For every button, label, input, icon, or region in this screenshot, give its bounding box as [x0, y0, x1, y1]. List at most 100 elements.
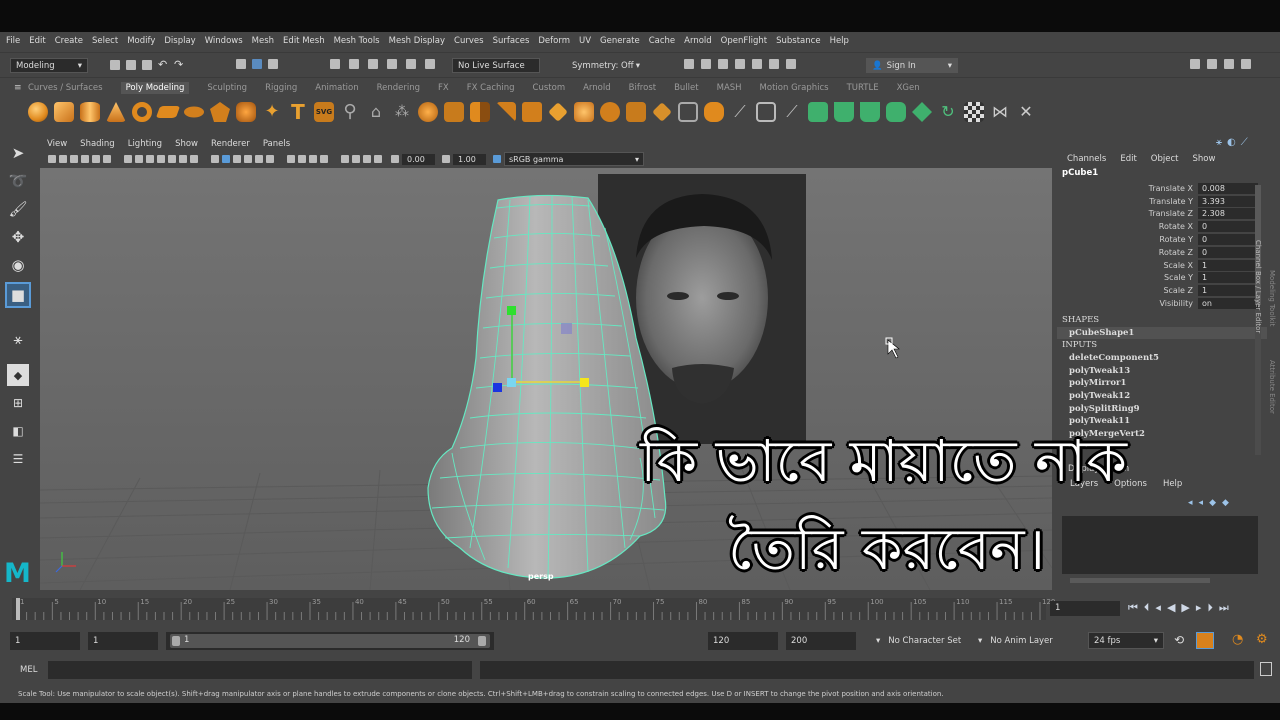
attribute-row[interactable]: Translate Z 2.308: [1057, 208, 1267, 221]
select-component-icon[interactable]: [268, 59, 278, 69]
safe-title-icon[interactable]: [190, 155, 198, 163]
input-node-item[interactable]: polySplitRing9: [1057, 403, 1267, 416]
poly-torus-icon[interactable]: [132, 102, 152, 122]
input-node-item[interactable]: polyMirror1: [1057, 377, 1267, 390]
unfold-icon[interactable]: ↻: [938, 102, 958, 122]
save-scene-icon[interactable]: [142, 60, 152, 70]
motion-blur-icon[interactable]: [298, 155, 306, 163]
current-frame-field[interactable]: 1: [1050, 601, 1120, 616]
menu-curves[interactable]: Curves: [454, 36, 484, 46]
smooth-shade-icon[interactable]: [222, 155, 230, 163]
smooth-icon[interactable]: ⁂: [392, 102, 412, 122]
mode-selector[interactable]: Modeling ▾: [10, 58, 88, 73]
snap-point-icon[interactable]: [368, 59, 378, 69]
show-manipulator-icon[interactable]: ⚹: [7, 328, 29, 350]
shelf-tab-arnold[interactable]: Arnold: [583, 83, 611, 93]
snap-vertex-icon[interactable]: [425, 59, 435, 69]
open-scene-icon[interactable]: [126, 60, 136, 70]
input-node-item[interactable]: polyTweak13: [1057, 365, 1267, 378]
panel-menu-shading[interactable]: Shading: [80, 139, 115, 149]
move-tool-icon[interactable]: ✥: [7, 226, 29, 248]
insert-loop-icon[interactable]: [756, 102, 776, 122]
attribute-row[interactable]: Scale X 1: [1057, 259, 1267, 272]
ambient-occlusion-icon[interactable]: [287, 155, 295, 163]
mirror-icon[interactable]: [470, 102, 490, 122]
shelf-tab-poly-modeling[interactable]: Poly Modeling: [120, 82, 190, 94]
hypershade-icon[interactable]: [752, 59, 762, 69]
attribute-row[interactable]: Rotate Z 0: [1057, 246, 1267, 259]
poke-icon[interactable]: [704, 102, 724, 122]
script-editor-icon[interactable]: [1260, 662, 1272, 676]
scale-plane-handle[interactable]: [561, 323, 572, 334]
remesh-icon[interactable]: [574, 102, 594, 122]
input-node-item[interactable]: deleteComponent5: [1057, 352, 1267, 365]
attribute-value[interactable]: 1: [1198, 259, 1258, 271]
shelf-tab-fx[interactable]: FX: [438, 83, 449, 93]
range-slider[interactable]: 1 120: [166, 632, 494, 650]
scale-center-handle[interactable]: [507, 378, 516, 387]
step-forward-key-icon[interactable]: ⏵: [1207, 601, 1213, 615]
poly-sphere-icon[interactable]: [28, 102, 48, 122]
menu-create[interactable]: Create: [55, 36, 83, 46]
panel-menu-renderer[interactable]: Renderer: [211, 139, 250, 149]
panel-layout-icon[interactable]: [1241, 59, 1251, 69]
snap-curve-icon[interactable]: [349, 59, 359, 69]
panel-menu-panels[interactable]: Panels: [263, 139, 290, 149]
wireframe-on-shaded-icon[interactable]: [233, 155, 241, 163]
gate-mask-icon[interactable]: [157, 155, 165, 163]
bridge-icon[interactable]: [522, 102, 542, 122]
shelf-tab-motion-graphics[interactable]: Motion Graphics: [760, 83, 829, 93]
separate-icon[interactable]: ⌂: [366, 102, 386, 122]
image-plane-icon[interactable]: [81, 155, 89, 163]
playback-end-field[interactable]: 120: [708, 632, 778, 650]
attribute-value[interactable]: on: [1198, 298, 1258, 310]
play-backwards-icon[interactable]: ◀: [1167, 601, 1175, 615]
render-frame-icon[interactable]: [701, 59, 711, 69]
menu-mesh-display[interactable]: Mesh Display: [389, 36, 445, 46]
menu-edit[interactable]: Edit: [29, 36, 45, 46]
go-to-end-icon[interactable]: ⏭: [1219, 601, 1229, 615]
menu-file[interactable]: File: [6, 36, 20, 46]
shelf-tab-animation[interactable]: Animation: [315, 83, 358, 93]
undo-icon[interactable]: ↶: [158, 59, 168, 70]
new-layer-selected-icon[interactable]: ◆: [1222, 498, 1229, 508]
attribute-value[interactable]: 0: [1198, 234, 1258, 246]
shape-item[interactable]: pCubeShape1: [1057, 326, 1267, 340]
combine-icon[interactable]: ⚲: [340, 102, 360, 122]
four-view-icon[interactable]: ⊞: [7, 392, 29, 414]
menu-generate[interactable]: Generate: [600, 36, 640, 46]
grease-pencil-icon[interactable]: [103, 155, 111, 163]
bookmarks-icon[interactable]: [70, 155, 78, 163]
menu-substance[interactable]: Substance: [776, 36, 820, 46]
attribute-value[interactable]: 1: [1198, 272, 1258, 284]
new-scene-icon[interactable]: [110, 60, 120, 70]
film-gate-icon[interactable]: [135, 155, 143, 163]
key-prefs-icon[interactable]: ⚙: [1256, 632, 1268, 647]
attribute-row[interactable]: Rotate X 0: [1057, 220, 1267, 233]
fps-selector[interactable]: 24 fps ▾: [1088, 632, 1164, 649]
textured-icon[interactable]: [244, 155, 252, 163]
panel-menu-show[interactable]: Show: [175, 139, 198, 149]
shelf-tab-curves-surfaces[interactable]: Curves / Surfaces: [28, 83, 103, 93]
menu-deform[interactable]: Deform: [538, 36, 570, 46]
channel-box-icon[interactable]: ⚹: [1216, 137, 1222, 148]
exposure-field[interactable]: 0.00: [402, 153, 435, 165]
extract-icon[interactable]: [444, 102, 464, 122]
gamma-field[interactable]: 1.00: [453, 153, 486, 165]
attribute-row[interactable]: Rotate Y 0: [1057, 233, 1267, 246]
camera-attributes-icon[interactable]: [59, 155, 67, 163]
super-shape-icon[interactable]: [236, 102, 256, 122]
step-forward-frame-icon[interactable]: ▸: [1196, 601, 1202, 615]
render-view-icon[interactable]: [684, 59, 694, 69]
panel-menu-view[interactable]: View: [47, 139, 67, 149]
attribute-row[interactable]: Translate X 0.008: [1057, 182, 1267, 195]
shelf-tab-fx-caching[interactable]: FX Caching: [467, 83, 515, 93]
safe-action-icon[interactable]: [179, 155, 187, 163]
menu-help[interactable]: Help: [830, 36, 849, 46]
attribute-value[interactable]: 0.008: [1198, 182, 1258, 194]
select-object-icon[interactable]: [252, 59, 262, 69]
menu-help[interactable]: Help: [1163, 479, 1182, 489]
type-tool-icon[interactable]: T: [288, 102, 308, 122]
poly-cone-icon[interactable]: [106, 102, 126, 122]
sew-uv-icon[interactable]: ⋈: [990, 102, 1010, 122]
